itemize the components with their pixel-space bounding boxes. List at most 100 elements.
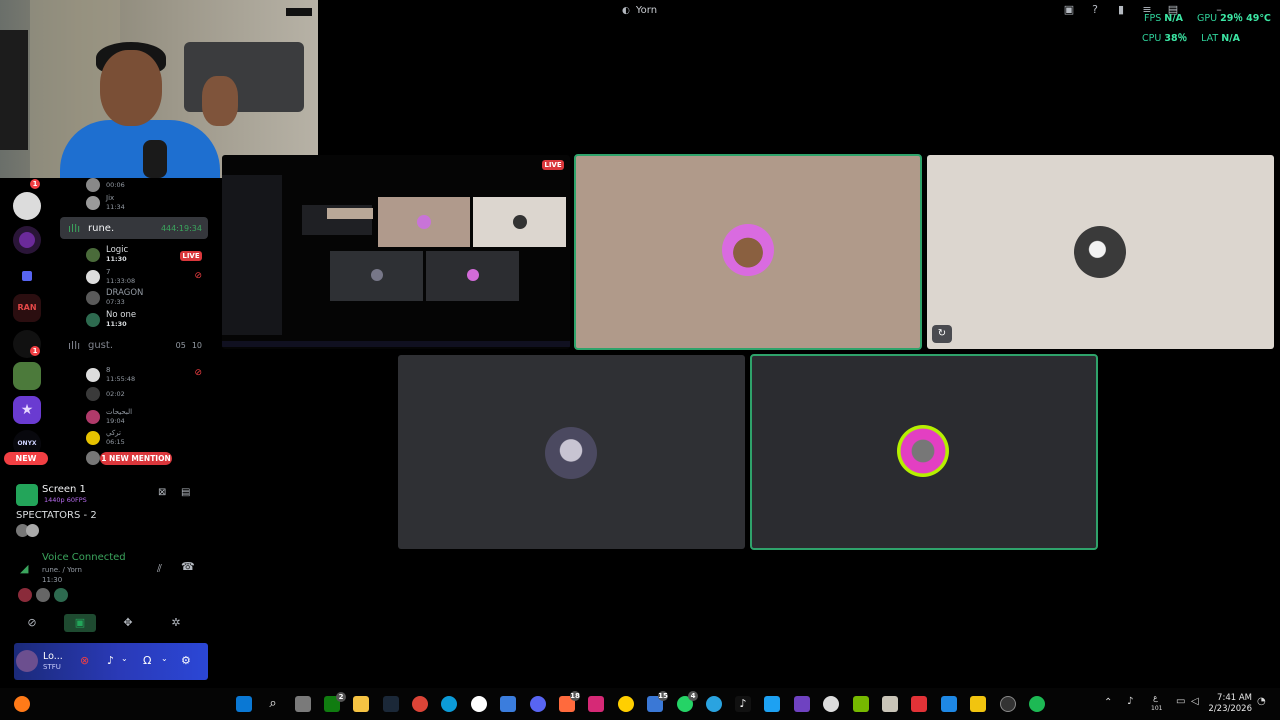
server-icon[interactable] bbox=[13, 362, 41, 390]
noise-suppression-icon[interactable]: ⫽ bbox=[157, 562, 162, 576]
file-explorer-icon[interactable] bbox=[353, 696, 369, 712]
app-icon[interactable] bbox=[941, 696, 957, 712]
participant-tile[interactable] bbox=[750, 354, 1098, 550]
voice-user[interactable]: البحيحات 19:04 bbox=[86, 408, 132, 425]
user-status: STFU bbox=[43, 663, 61, 671]
help-icon[interactable]: ? bbox=[1089, 4, 1101, 16]
voice-user[interactable]: No one 11:30 bbox=[86, 311, 136, 328]
voice-user[interactable]: Jix 11:34 bbox=[86, 194, 125, 211]
folder-icon[interactable] bbox=[13, 262, 41, 290]
tiktok-icon[interactable]: ♪ bbox=[735, 696, 751, 712]
settings-icon[interactable] bbox=[823, 696, 839, 712]
app-icon[interactable] bbox=[14, 696, 30, 712]
camera-off-icon[interactable]: ⊘ bbox=[16, 614, 48, 632]
app-icon[interactable] bbox=[911, 696, 927, 712]
voice-panel: ◢ Voice Connected rune. / Yorn 11:30 ⫽ ☎ bbox=[0, 548, 208, 608]
voice-path: rune. / Yorn bbox=[42, 566, 82, 574]
new-mention-pill[interactable]: 1 NEW MENTION bbox=[100, 452, 172, 465]
taskbar-badge: 18 bbox=[570, 691, 580, 701]
volume-icon[interactable]: ◁ bbox=[1191, 696, 1199, 707]
cpu-value: 38％ bbox=[1164, 33, 1188, 44]
voice-channel-gust[interactable]: ıllı gust. 05 10 bbox=[60, 334, 208, 356]
server-icon[interactable]: ★ bbox=[13, 396, 41, 424]
app-icon[interactable] bbox=[618, 696, 634, 712]
window-title: ◐ Yorn bbox=[622, 5, 658, 16]
chevron-down-icon[interactable]: ⌄ bbox=[121, 654, 128, 663]
disconnect-icon[interactable]: ☎ bbox=[181, 560, 195, 573]
activity-icon[interactable] bbox=[54, 588, 68, 602]
discord-icon[interactable] bbox=[530, 696, 546, 712]
microphone-icon[interactable]: ♪ bbox=[107, 654, 114, 667]
headphones-icon[interactable]: Ω bbox=[143, 654, 151, 667]
voice-user[interactable]: 7 11:33:08 bbox=[86, 268, 135, 285]
activity-icon[interactable] bbox=[18, 588, 32, 602]
mic-tray-icon[interactable]: ♪ bbox=[1127, 696, 1133, 707]
app-icon[interactable] bbox=[794, 696, 810, 712]
notification-icon[interactable]: ◔ bbox=[1257, 696, 1266, 707]
fps-label: FPS bbox=[1144, 13, 1162, 24]
gpu-value: 29％ 49℃ bbox=[1220, 13, 1271, 24]
screen-title: Screen 1 bbox=[42, 484, 86, 495]
chatgpt-icon[interactable] bbox=[471, 696, 487, 712]
server-icon[interactable] bbox=[13, 226, 41, 254]
voice-channel-rune[interactable]: ıllı rune. 444:19:34 bbox=[60, 217, 208, 239]
screen-share-icon[interactable]: ▣ bbox=[64, 614, 96, 632]
stream-settings-icon[interactable]: ↻ bbox=[932, 325, 952, 343]
voice-user[interactable] bbox=[86, 451, 100, 465]
voice-user[interactable]: 02:02 bbox=[86, 387, 125, 401]
cpu-label: CPU bbox=[1142, 33, 1162, 44]
app-icon[interactable] bbox=[500, 696, 516, 712]
channel-list: 00:06 Jix 11:34 ıllı rune. 444:19:34 Logi… bbox=[56, 178, 208, 468]
nvidia-icon[interactable] bbox=[853, 696, 869, 712]
participant-avatar bbox=[897, 425, 949, 477]
task-view-icon[interactable] bbox=[295, 696, 311, 712]
instagram-icon[interactable] bbox=[588, 696, 604, 712]
app-icon[interactable] bbox=[882, 696, 898, 712]
settings-gear-icon[interactable]: ⚙ bbox=[181, 654, 191, 667]
avatar bbox=[86, 247, 100, 262]
server-icon[interactable]: RAN bbox=[13, 294, 41, 322]
voice-user[interactable]: 00:06 bbox=[86, 178, 125, 192]
participant-tile[interactable]: ↻ bbox=[927, 155, 1274, 349]
username[interactable]: Lo... bbox=[43, 651, 63, 662]
spotify-icon[interactable] bbox=[1029, 696, 1045, 712]
avatar bbox=[86, 290, 100, 305]
participant-tile[interactable] bbox=[398, 355, 745, 549]
taskbar-badge: 15 bbox=[658, 691, 668, 701]
taskbar-badge: 2 bbox=[336, 692, 346, 702]
inbox-icon[interactable]: ▣ bbox=[1063, 4, 1075, 16]
live-badge: LIVE bbox=[180, 251, 202, 261]
soundboard-icon[interactable]: ✲ bbox=[160, 614, 192, 632]
voice-user[interactable]: 8 11:55:48 bbox=[86, 366, 135, 383]
popout-icon[interactable]: ▤ bbox=[181, 487, 190, 498]
game-controller-icon[interactable]: ⊗ bbox=[80, 654, 89, 667]
app-icon[interactable] bbox=[1000, 696, 1016, 712]
network-icon[interactable]: ▭ bbox=[1176, 696, 1185, 707]
activity-icon[interactable] bbox=[36, 588, 50, 602]
avatar bbox=[86, 312, 100, 327]
bookmark-icon[interactable]: ▮ bbox=[1115, 4, 1127, 16]
voice-user[interactable]: تركي 06:15 bbox=[86, 429, 125, 446]
chevron-down-icon[interactable]: ⌄ bbox=[161, 654, 168, 663]
avatar[interactable] bbox=[16, 650, 38, 672]
stop-stream-icon[interactable]: ⊠ bbox=[158, 487, 166, 498]
new-pill[interactable]: NEW bbox=[4, 452, 48, 465]
activities-icon[interactable]: ✥ bbox=[112, 614, 144, 632]
server-icon[interactable] bbox=[13, 192, 41, 220]
edge-icon[interactable] bbox=[441, 696, 457, 712]
voice-user[interactable]: DRAGON 07:33 bbox=[86, 289, 143, 306]
steam-icon[interactable] bbox=[383, 696, 399, 712]
telegram-icon[interactable] bbox=[706, 696, 722, 712]
app-icon[interactable] bbox=[970, 696, 986, 712]
twitter-icon[interactable] bbox=[764, 696, 780, 712]
stream-preview[interactable]: LIVE bbox=[222, 155, 570, 349]
chrome-icon[interactable] bbox=[412, 696, 428, 712]
voice-status[interactable]: Voice Connected bbox=[42, 552, 126, 563]
search-icon[interactable]: ⌕ bbox=[265, 696, 281, 712]
keyboard-lang[interactable]: ع bbox=[1153, 693, 1158, 702]
voice-user[interactable]: Logic 11:30 bbox=[86, 246, 128, 263]
participant-tile[interactable] bbox=[574, 154, 922, 350]
chevron-up-icon[interactable]: ⌃ bbox=[1104, 697, 1112, 708]
clock[interactable]: 7:41 AM 2/23/2026 bbox=[1206, 693, 1252, 715]
start-icon[interactable] bbox=[236, 696, 252, 712]
